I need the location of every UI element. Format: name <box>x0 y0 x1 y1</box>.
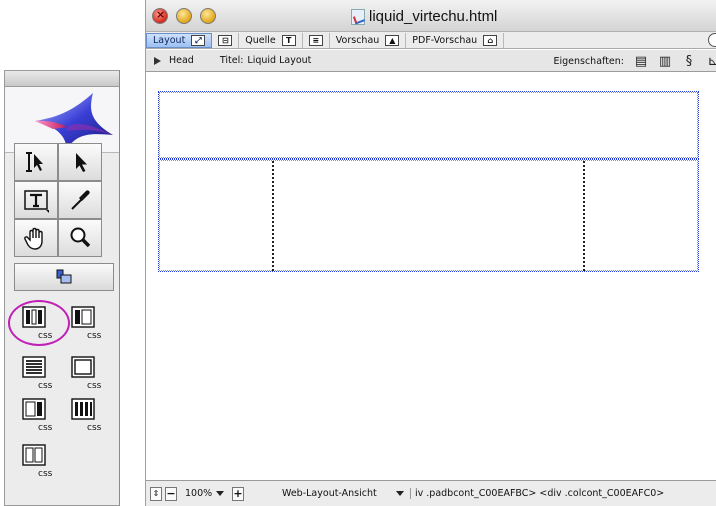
text-select-tool[interactable] <box>14 143 58 181</box>
arrow-pointer-icon <box>76 153 87 172</box>
view-mode-select[interactable]: Web-Layout-Ansicht <box>282 488 404 499</box>
page-properties: Eigenschaften: ▤ ▥ § ⊾ <box>553 50 716 72</box>
css-2col-icon: css <box>22 444 53 478</box>
palette-titlebar[interactable] <box>5 71 119 87</box>
view-mode-value: Web-Layout-Ansicht <box>282 488 377 499</box>
view-tabs-bar: Layout ⤢ ⊟ Quelle T ≡ Vorschau ▲ PDF-Vor… <box>146 32 716 49</box>
tab-layout[interactable]: Layout ⤢ <box>146 32 213 48</box>
frame-editor-icon: ⊟ <box>218 34 233 46</box>
css-box-icon: css <box>71 356 102 390</box>
properties-label: Eigenschaften: <box>553 55 624 67</box>
source-view-icon: T <box>281 34 296 46</box>
close-window-button[interactable]: × <box>152 8 168 24</box>
tab-pdf-preview-label: PDF-Vorschau <box>412 34 478 46</box>
css-layout-2col-left-button[interactable]: css <box>69 303 109 343</box>
page-info-bar: Head Titel: Liquid Layout Eigenschaften:… <box>146 50 716 72</box>
css-layout-box-button[interactable]: css <box>69 353 109 393</box>
layout-icon[interactable]: ⊾ <box>706 54 716 69</box>
tab-preview[interactable]: Vorschau ▲ <box>330 32 407 48</box>
css-layout-3col-narrow-button[interactable]: css <box>69 395 109 435</box>
zoom-out-button[interactable]: − <box>165 486 177 501</box>
close-icon: × <box>156 8 166 21</box>
html-file-icon <box>351 8 365 25</box>
css-text-icon: css <box>22 356 53 390</box>
text-select-icon <box>26 152 43 172</box>
tab-outline[interactable]: ≡ <box>303 32 330 48</box>
minimize-window-button[interactable] <box>176 8 192 24</box>
css-layout-text-button[interactable]: css <box>20 353 60 393</box>
eyedropper-tool[interactable] <box>58 181 102 219</box>
chevron-down-icon <box>216 491 225 496</box>
text-frame-icon <box>24 190 49 213</box>
text-tool[interactable] <box>14 181 58 219</box>
tool-palette: css css css css css css css <box>4 70 120 506</box>
chevron-down-icon <box>396 491 404 496</box>
css-layout-2col-button[interactable]: css <box>20 441 60 481</box>
content-layout-box[interactable] <box>158 159 699 272</box>
css-3col-narrow-icon: css <box>71 398 102 432</box>
select-tool[interactable] <box>58 143 102 181</box>
tab-preview-label: Vorschau <box>335 34 380 46</box>
tab-pdf-preview[interactable]: PDF-Vorschau ⌂ <box>406 32 505 48</box>
hand-tool[interactable] <box>14 219 58 257</box>
layout-view-icon: ⤢ <box>191 34 206 46</box>
link-icon[interactable]: § <box>682 54 696 69</box>
page-title-value[interactable]: Liquid Layout <box>247 55 311 66</box>
tab-source[interactable]: Quelle T <box>239 32 303 48</box>
layout-mode-icon <box>56 269 72 284</box>
css-layout-2col-right-button[interactable]: css <box>20 395 60 435</box>
zoom-tool[interactable] <box>58 219 102 257</box>
svg-text:css: css <box>87 381 102 390</box>
status-bar: ⇕ − 100% + Web-Layout-Ansicht iv .padbco… <box>146 480 716 506</box>
document-title-text: liquid_virtechu.html <box>369 8 498 25</box>
magnifier-icon <box>70 227 91 248</box>
svg-text:css: css <box>38 423 53 432</box>
outline-view-icon: ≡ <box>308 34 323 46</box>
column-divider-left[interactable] <box>272 161 274 271</box>
tab-source-label: Quelle <box>245 34 276 46</box>
css-2col-left-icon: css <box>71 306 102 340</box>
head-section-toggle[interactable]: Head <box>154 55 194 66</box>
svg-text:css: css <box>87 423 102 432</box>
document-title: liquid_virtechu.html <box>351 8 497 25</box>
disclosure-triangle-icon <box>154 56 161 65</box>
css-2col-right-icon: css <box>22 398 53 432</box>
tab-frame-editor[interactable]: ⊟ <box>212 32 240 48</box>
svg-text:css: css <box>38 381 53 390</box>
layout-canvas[interactable] <box>146 73 716 480</box>
zoom-window-button[interactable] <box>200 8 216 24</box>
hand-icon <box>24 227 43 250</box>
zoom-value: 100% <box>185 488 213 499</box>
window-titlebar[interactable]: × liquid_virtechu.html <box>146 0 716 32</box>
columns-icon[interactable]: ▥ <box>658 54 672 69</box>
highlight-ring-annotation <box>8 300 70 346</box>
eyedropper-icon <box>71 190 90 210</box>
pdf-preview-icon: ⌂ <box>483 34 498 46</box>
markup-tree-path[interactable]: iv .padbcont_C00EAFBC> <div .colcont_C00… <box>410 488 710 499</box>
tab-layout-label: Layout <box>153 34 186 46</box>
document-window: × liquid_virtechu.html Layout ⤢ ⊟ Quelle… <box>145 0 716 506</box>
page-properties-icon[interactable]: ▤ <box>634 54 648 69</box>
zoom-in-button[interactable]: + <box>232 486 244 501</box>
zoom-select[interactable]: 100% <box>185 488 229 499</box>
svg-text:css: css <box>87 331 102 340</box>
preview-icon: ▲ <box>385 34 400 46</box>
layout-mode-button[interactable] <box>14 263 114 291</box>
help-button[interactable] <box>708 33 716 47</box>
head-label: Head <box>169 55 194 66</box>
page-title-label: Titel: <box>219 55 244 66</box>
header-layout-box[interactable] <box>158 91 699 159</box>
svg-text:css: css <box>38 469 53 478</box>
column-divider-right[interactable] <box>583 161 585 271</box>
zoom-stepper[interactable]: ⇕ <box>150 486 162 501</box>
